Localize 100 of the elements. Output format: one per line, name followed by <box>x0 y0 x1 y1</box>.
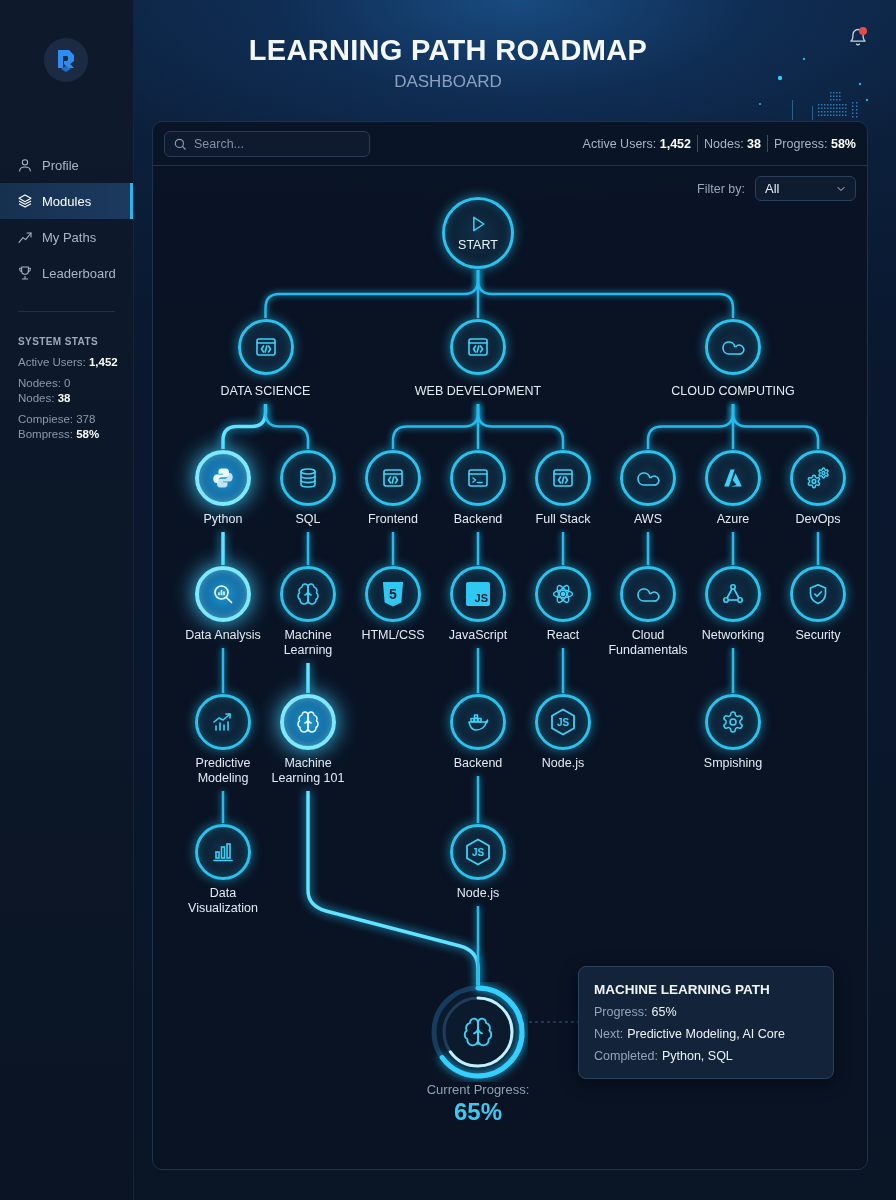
node-label: SQL <box>295 512 321 527</box>
connector-line <box>221 791 225 823</box>
detail-label: Progress: <box>594 1004 648 1021</box>
connector-line <box>306 663 310 693</box>
roadmap-node[interactable] <box>195 566 251 622</box>
roadmap-node[interactable] <box>280 694 336 750</box>
gear-icon <box>721 710 745 734</box>
node-label: Machine Learning 101 <box>270 756 346 786</box>
node-label: DevOps <box>795 512 841 527</box>
node-label: Node.js <box>541 756 585 771</box>
node-label: Full Stack <box>535 512 591 527</box>
trend-arrow-icon <box>17 229 33 245</box>
roadmap-node[interactable] <box>195 824 251 880</box>
stat-text: Active Users: 1,452 <box>582 136 691 151</box>
layers-icon <box>17 193 33 209</box>
roadmap-node[interactable] <box>280 566 336 622</box>
stat-text: Bompress: 58% <box>18 427 100 442</box>
logo-icon <box>44 38 88 82</box>
roadmap-node[interactable] <box>790 566 846 622</box>
node-label: Data Visualization <box>187 886 259 916</box>
node-label: React <box>546 628 580 643</box>
roadmap-node[interactable] <box>705 319 761 375</box>
connector-line <box>816 532 820 565</box>
progress-label: Current Progress: <box>426 1082 530 1098</box>
node-label: Security <box>795 628 841 643</box>
roadmap-node[interactable] <box>620 450 676 506</box>
roadmap-node[interactable] <box>195 450 251 506</box>
nav-item[interactable]: My Paths <box>0 219 133 255</box>
connector-line <box>221 532 225 565</box>
detail-label: Completed: <box>594 1048 658 1065</box>
brain-icon <box>296 710 320 734</box>
stat-text: Active Users: 1,452 <box>18 355 118 370</box>
roadmap-node[interactable] <box>195 694 251 750</box>
roadmap-node[interactable]: JS <box>535 694 591 750</box>
roadmap-node[interactable] <box>790 450 846 506</box>
roadmap-node[interactable] <box>237 319 294 375</box>
details-title: MACHINE LEARNING PATH <box>594 981 770 999</box>
nav-item[interactable]: Profile <box>0 147 133 183</box>
shield-badge: 5 <box>382 581 404 607</box>
leader-line <box>528 1021 579 1023</box>
connector-line <box>731 532 735 565</box>
search-field[interactable]: Search... <box>164 130 370 157</box>
node-label: Frontend <box>368 512 418 527</box>
search-icon <box>173 136 187 151</box>
roadmap-node[interactable] <box>705 566 761 622</box>
connector-line <box>561 532 565 565</box>
connector-line <box>476 532 480 565</box>
roadmap-node[interactable] <box>450 450 506 506</box>
node-label: AWS <box>634 512 662 527</box>
roadmap-node[interactable] <box>450 319 506 375</box>
code-window-icon <box>253 335 278 359</box>
progress-value: 65% <box>453 1098 502 1126</box>
nav-item[interactable]: Leaderboard <box>0 255 133 291</box>
connector-line <box>561 648 565 693</box>
node-label: Python <box>203 512 243 527</box>
stat-text: Progress: 58% <box>774 136 856 151</box>
connector-line <box>476 648 480 693</box>
atom-icon <box>551 582 575 606</box>
detail-value: Predictive Modeling, AI Core <box>627 1026 785 1043</box>
hexagon-badge: JS <box>465 838 491 866</box>
stat-text: Compiese: 378 <box>18 412 96 427</box>
node-label: Azure <box>716 512 750 527</box>
roadmap-node[interactable] <box>705 450 761 506</box>
node-label: Cloud Fundamentals <box>607 628 689 658</box>
roadmap-node[interactable]: JS <box>450 566 506 622</box>
node-label: Smpishing <box>703 756 763 771</box>
node-label: Networking <box>701 628 765 643</box>
person-icon <box>17 157 33 173</box>
gears-icon <box>806 466 830 490</box>
network-nodes-icon <box>721 582 745 606</box>
roadmap-node[interactable] <box>705 694 761 750</box>
roadmap-node[interactable] <box>280 450 336 506</box>
connector-line <box>264 404 310 449</box>
stats-title: SYSTEM STATS <box>18 335 98 349</box>
node-label: WEB DEVELOPMENT <box>414 384 542 399</box>
brain-icon <box>296 582 320 606</box>
roadmap-node[interactable] <box>365 450 421 506</box>
filter-label: Filter by: <box>697 181 745 196</box>
connector-line <box>391 532 395 565</box>
roadmap-node[interactable] <box>535 566 591 622</box>
roadmap-node[interactable]: 5 <box>365 566 421 622</box>
connector-line <box>306 532 310 565</box>
connector-line <box>731 648 735 693</box>
brain-icon <box>462 1016 494 1048</box>
detail-label: Next: <box>594 1026 624 1043</box>
filter-select[interactable]: All <box>755 176 856 201</box>
node-label: JavaScript <box>448 628 508 643</box>
roadmap-node[interactable]: JS <box>450 824 506 880</box>
start-node[interactable]: START <box>442 197 514 269</box>
nav-item[interactable]: Modules <box>0 183 133 219</box>
bell-icon[interactable] <box>848 27 868 47</box>
stat-text: Nodees: 0 <box>18 376 71 391</box>
stat-text: Nodes: 38 <box>18 391 71 406</box>
roadmap-node[interactable] <box>620 566 676 622</box>
roadmap-node[interactable] <box>450 694 506 750</box>
code-window-icon <box>466 335 490 359</box>
detail-value: Python, SQL <box>661 1048 733 1065</box>
trophy-icon <box>17 265 33 281</box>
node-label: HTML/CSS <box>361 628 425 643</box>
roadmap-node[interactable] <box>535 450 591 506</box>
